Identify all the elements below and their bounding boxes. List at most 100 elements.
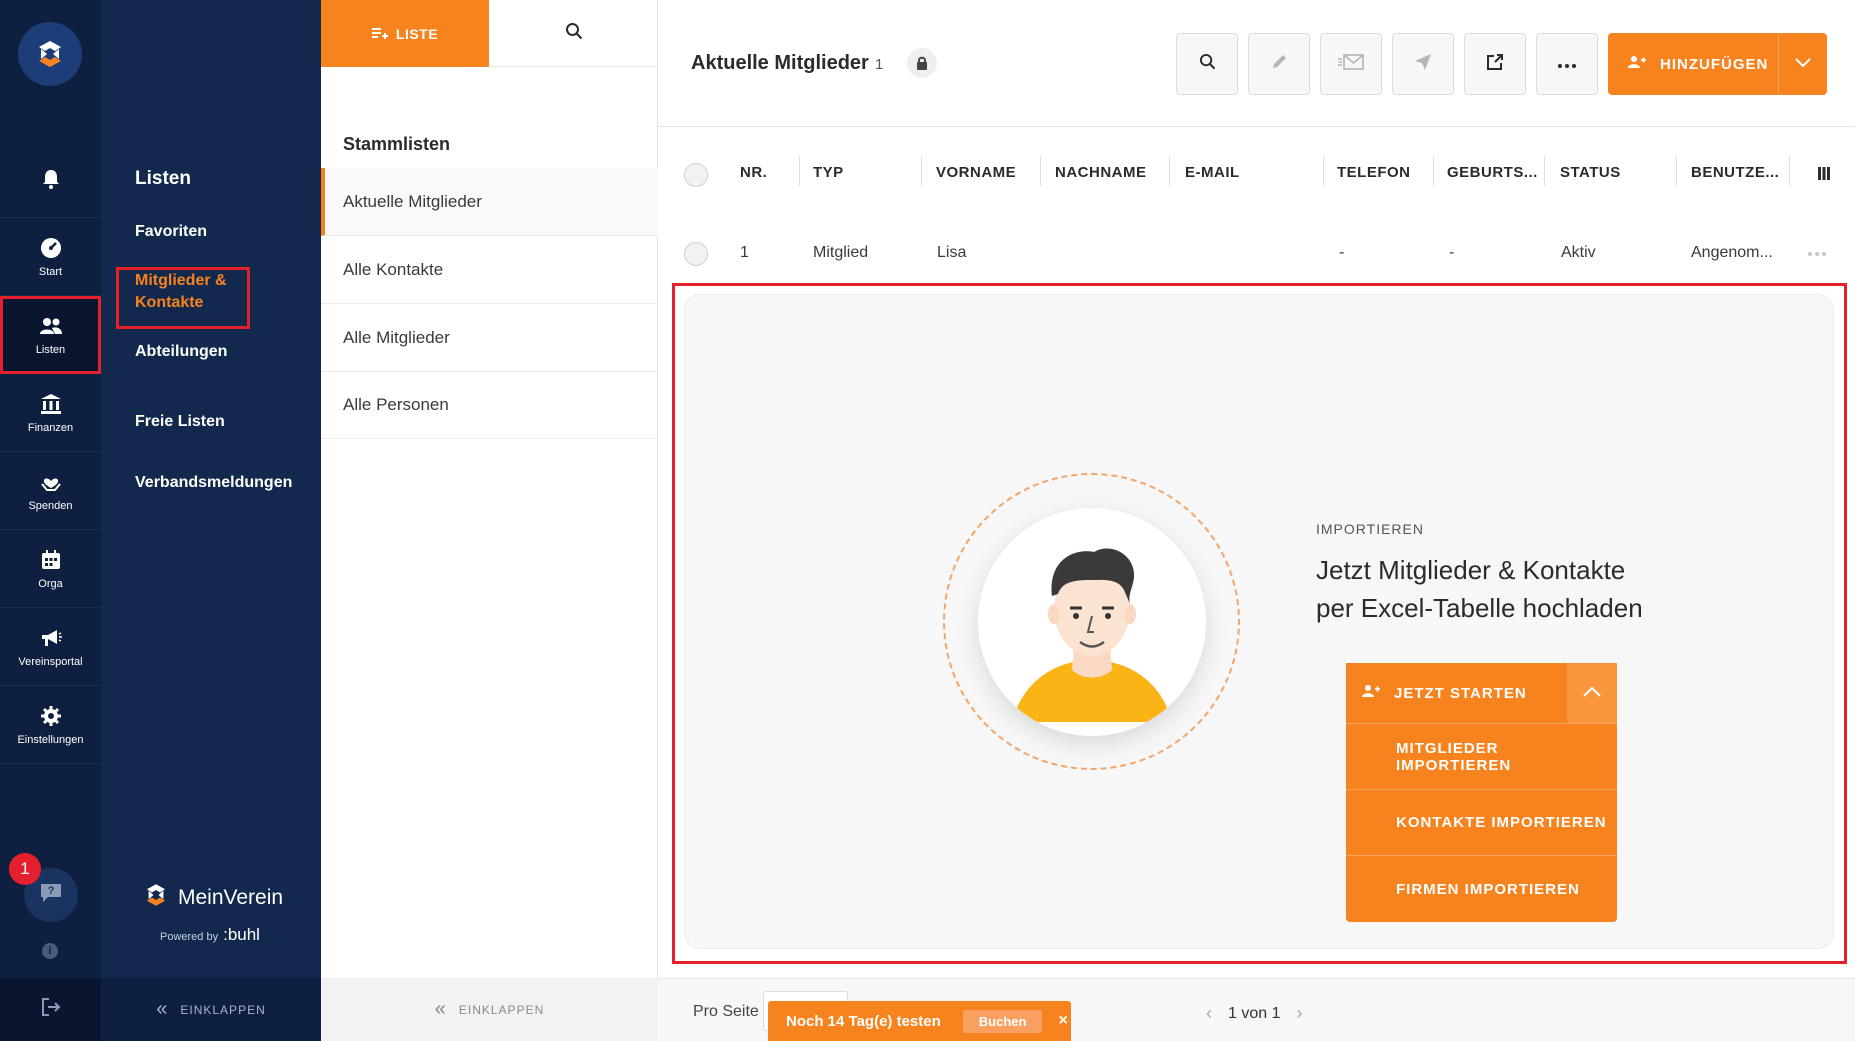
rail-item-notifications[interactable] (0, 140, 101, 218)
list-item-alle-mitglieder[interactable]: Alle Mitglieder (321, 304, 658, 372)
column-header-status[interactable]: STATUS (1560, 164, 1621, 181)
list-item-aktuelle-mitglieder[interactable]: Aktuelle Mitglieder (321, 168, 658, 236)
dashboard-icon (38, 235, 64, 261)
trial-text: Noch 14 Tag(e) testen (786, 1012, 941, 1030)
lock-icon[interactable] (907, 48, 937, 78)
search-icon (1199, 53, 1216, 75)
rail-item-vereinsportal[interactable]: Vereinsportal (0, 608, 101, 686)
rail-item-label: Einstellungen (17, 734, 84, 746)
rail-item-orga[interactable]: Orga (0, 530, 101, 608)
cell-geburtsdatum: - (1449, 244, 1455, 261)
column-header-nachname[interactable]: NACHNAME (1055, 164, 1147, 181)
column-header-typ[interactable]: TYP (813, 164, 844, 181)
rail-item-start[interactable]: Start (0, 218, 101, 296)
add-button-group: HINZUFÜGEN (1608, 33, 1827, 95)
collapse-subnav-button[interactable]: « EINKLAPPEN (101, 978, 321, 1041)
user-plus-icon (1628, 55, 1646, 73)
email-button[interactable] (1320, 33, 1382, 95)
next-page-icon[interactable]: › (1296, 1003, 1302, 1024)
row-more-icon[interactable] (1808, 252, 1826, 256)
column-divider (1789, 156, 1790, 186)
heart-hand-icon (38, 469, 64, 495)
subnav-item-favoriten[interactable]: Favoriten (135, 223, 207, 241)
column-settings-icon[interactable] (1818, 167, 1830, 185)
rail-item-label: Orga (38, 578, 63, 590)
tab-liste[interactable]: LISTE (321, 0, 489, 67)
column-divider (921, 156, 922, 186)
prev-page-icon[interactable]: ‹ (1206, 1003, 1212, 1024)
close-icon[interactable]: × (1058, 1012, 1067, 1030)
logout-button[interactable] (0, 978, 101, 1041)
column-header-benutzer[interactable]: BENUTZE... (1691, 164, 1779, 181)
column-header-nr[interactable]: NR. (740, 164, 767, 181)
paper-plane-icon (1414, 53, 1432, 76)
column-header-vorname[interactable]: VORNAME (936, 164, 1016, 181)
subnav-title: Listen (135, 168, 191, 189)
subnav-item-verbandsmeldungen[interactable]: Verbandsmeldungen (135, 474, 292, 492)
pencil-icon (1270, 53, 1288, 76)
external-link-icon (1486, 53, 1504, 76)
megaphone-icon (38, 625, 64, 651)
powered-by: Powered by :buhl (160, 925, 260, 945)
column-divider (799, 156, 800, 186)
brand-name: MeinVerein (178, 885, 284, 909)
rail-item-label: Finanzen (27, 422, 74, 434)
table-header: NR. TYP VORNAME NACHNAME E-MAIL TELEFON … (658, 148, 1855, 198)
rail-item-label: Spenden (28, 500, 73, 512)
list-item-alle-kontakte[interactable]: Alle Kontakte (321, 236, 658, 304)
column-divider (1040, 156, 1041, 186)
column-divider (1323, 156, 1324, 186)
svg-text:?: ? (48, 885, 55, 897)
cell-typ: Mitglied (813, 244, 869, 261)
column-header-telefon[interactable]: TELEFON (1337, 164, 1411, 181)
collapse-label: EINKLAPPEN (180, 1002, 266, 1017)
cell-benutzer: Angenom... (1691, 244, 1773, 261)
add-dropdown-toggle[interactable] (1778, 33, 1827, 95)
main-content: Aktuelle Mitglieder 1 HINZUFÜGEN NR. TYP… (658, 0, 1855, 1041)
column-header-email[interactable]: E-MAIL (1185, 164, 1240, 181)
table-row[interactable]: 1 Mitglied Lisa - - Aktiv Angenom... (658, 232, 1855, 276)
cell-telefon: - (1339, 244, 1345, 261)
list-item-alle-personen[interactable]: Alle Personen (321, 371, 658, 439)
buhl-brand: :buhl (223, 925, 260, 944)
subnav-item-mitglieder-kontakte[interactable]: Mitglieder & Kontakte (135, 270, 235, 314)
search-icon (565, 22, 583, 45)
cell-status: Aktiv (1561, 244, 1596, 261)
subnav-item-freie-listen[interactable]: Freie Listen (135, 413, 225, 431)
more-actions-button[interactable] (1536, 33, 1598, 95)
column-divider (1433, 156, 1434, 186)
buchen-button[interactable]: Buchen (962, 1009, 1043, 1033)
open-external-button[interactable] (1464, 33, 1526, 95)
bank-icon (38, 391, 64, 417)
list-panel: LISTE Stammlisten Aktuelle Mitglieder Al… (321, 0, 658, 1041)
column-header-geburtsdatum[interactable]: GEBURTS... (1447, 164, 1538, 181)
record-count: 1 (875, 56, 884, 73)
row-checkbox[interactable] (684, 242, 708, 266)
cell-nr: 1 (740, 244, 749, 261)
info-icon[interactable]: i (42, 943, 58, 959)
chevron-down-icon (1795, 55, 1811, 73)
page-title: Aktuelle Mitglieder (691, 52, 869, 74)
rail-item-einstellungen[interactable]: Einstellungen (0, 686, 101, 764)
send-button[interactable] (1392, 33, 1454, 95)
app-logo-icon[interactable] (18, 22, 82, 86)
list-add-icon (371, 26, 388, 42)
tab-search[interactable] (489, 0, 658, 67)
powered-by-label: Powered by (160, 931, 219, 943)
brand-logo: MeinVerein (142, 881, 283, 914)
gear-icon (38, 703, 64, 729)
pagination: ‹ 1 von 1 › (1206, 1003, 1302, 1024)
collapse-listpanel-button[interactable]: « EINKLAPPEN (321, 978, 658, 1041)
select-all-checkbox[interactable] (684, 163, 708, 187)
rail-item-finanzen[interactable]: Finanzen (0, 374, 101, 452)
rail-item-spenden[interactable]: Spenden (0, 452, 101, 530)
rail-item-listen[interactable]: Listen (0, 296, 101, 374)
subnav-item-abteilungen[interactable]: Abteilungen (135, 343, 227, 361)
tab-liste-label: LISTE (395, 25, 439, 42)
edit-button[interactable] (1248, 33, 1310, 95)
per-page-label: Pro Seite (693, 1003, 759, 1020)
mail-icon (1338, 53, 1364, 75)
search-button[interactable] (1176, 33, 1238, 95)
add-button[interactable]: HINZUFÜGEN (1608, 55, 1778, 73)
cell-vorname: Lisa (937, 244, 967, 261)
